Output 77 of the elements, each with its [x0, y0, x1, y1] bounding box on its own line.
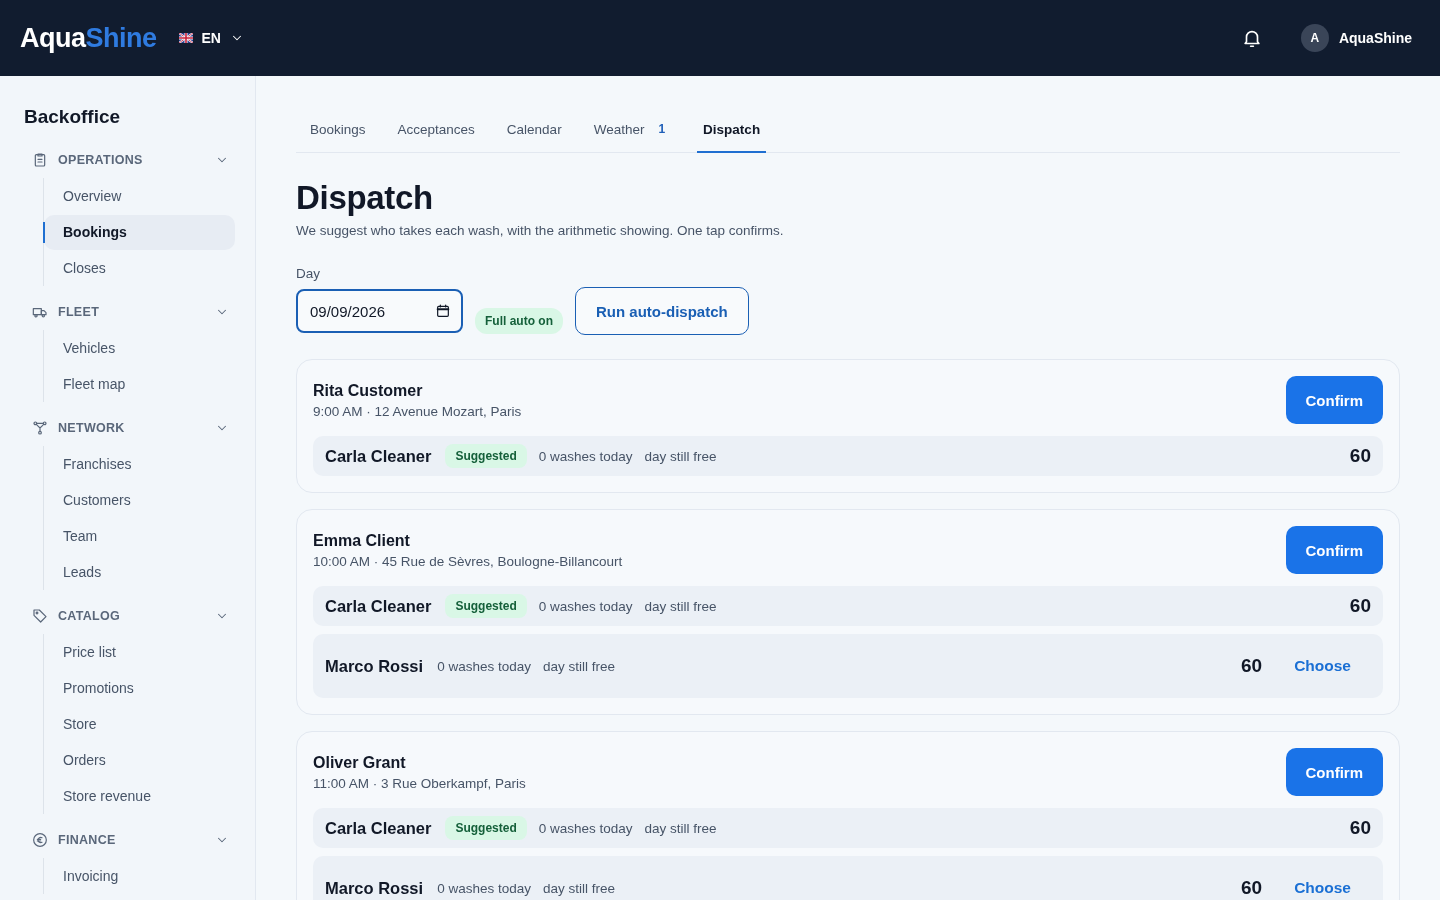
- tab[interactable]: Acceptances: [383, 110, 489, 153]
- cleaner-name: Carla Cleaner: [325, 596, 432, 616]
- score: 60: [1349, 595, 1371, 617]
- cleaner-name: Marco Rossi: [325, 656, 424, 676]
- network-icon: [32, 420, 48, 436]
- suggested-badge: Suggested: [445, 444, 527, 468]
- logo: AquaShine: [20, 22, 157, 54]
- sidebar-item[interactable]: Closes: [44, 251, 235, 286]
- sidebar-item[interactable]: Leads: [44, 555, 235, 590]
- avatar: A: [1300, 24, 1329, 52]
- washes-count: 0 washes today: [538, 448, 633, 464]
- confirm-button[interactable]: Confirm: [1285, 748, 1383, 796]
- confirm-button[interactable]: Confirm: [1285, 376, 1383, 424]
- section-header[interactable]: NETWORK: [24, 418, 235, 438]
- sidebar-item[interactable]: Orders: [44, 743, 235, 778]
- sidebar-item[interactable]: Vehicles: [44, 331, 235, 366]
- availability-text: day still free: [644, 820, 717, 836]
- tab[interactable]: Bookings: [296, 110, 380, 153]
- confirm-button[interactable]: Confirm: [1285, 526, 1383, 574]
- washes-count: 0 washes today: [437, 658, 531, 674]
- sidebar-item[interactable]: Team: [44, 519, 235, 554]
- suggested-badge: Suggested: [445, 594, 527, 618]
- cleaner-name: Carla Cleaner: [325, 818, 432, 838]
- tab[interactable]: Calendar: [492, 110, 576, 153]
- language-selector[interactable]: EN: [178, 30, 244, 46]
- score: 60: [1241, 655, 1263, 677]
- sidebar-item[interactable]: Invoicing: [44, 859, 235, 894]
- section-header[interactable]: FINANCE: [24, 830, 235, 850]
- choose-button[interactable]: Choose: [1294, 657, 1351, 675]
- sidebar-item[interactable]: Price list: [44, 635, 235, 670]
- clipboard-icon: [32, 152, 48, 168]
- booking-details: 9:00 AM · 12 Avenue Mozart, Paris: [313, 403, 522, 419]
- customer-name: Oliver Grant: [313, 753, 407, 772]
- customer-name: Emma Client: [313, 531, 411, 550]
- sidebar-title: Backoffice: [24, 106, 122, 128]
- availability-text: day still free: [644, 448, 717, 464]
- availability-text: day still free: [542, 658, 615, 674]
- tag-icon: [32, 608, 48, 624]
- page-title: Dispatch: [296, 179, 434, 217]
- status-badge: Full auto on: [475, 308, 563, 334]
- flag-icon: [178, 33, 193, 43]
- date-field[interactable]: 09/09/2026: [296, 289, 463, 333]
- customer-name: Rita Customer: [313, 381, 424, 400]
- page-subtitle: We suggest who takes each wash, with the arithmetic showing. One tap confirms.: [296, 223, 785, 238]
- cleaner-name: Carla Cleaner: [325, 446, 432, 466]
- sidebar-item[interactable]: Promotions: [44, 671, 235, 706]
- field-label: Day: [296, 266, 321, 281]
- section-header[interactable]: CATALOG: [24, 606, 235, 626]
- tab[interactable]: Dispatch: [697, 110, 767, 153]
- score: 60: [1349, 445, 1371, 467]
- booking-details: 11:00 AM · 3 Rue Oberkampf, Paris: [313, 775, 526, 791]
- washes-count: 0 washes today: [437, 880, 531, 896]
- availability-text: day still free: [644, 598, 717, 614]
- euro-icon: [32, 832, 48, 848]
- sidebar-item[interactable]: Franchises: [44, 447, 235, 482]
- calendar-icon: [435, 303, 451, 319]
- section-header[interactable]: FLEET: [24, 302, 235, 322]
- booking-details: 10:00 AM · 45 Rue de Sèvres, Boulogne-Billancourt: [313, 553, 623, 569]
- choose-button[interactable]: Choose: [1294, 879, 1351, 897]
- washes-count: 0 washes today: [538, 820, 633, 836]
- section-header[interactable]: OPERATIONS: [24, 150, 235, 170]
- tab[interactable]: Weather 1: [579, 110, 680, 153]
- sidebar-item[interactable]: Store revenue: [44, 779, 235, 814]
- availability-text: day still free: [542, 880, 615, 896]
- sidebar-item[interactable]: Customers: [44, 483, 235, 518]
- score: 60: [1349, 817, 1371, 839]
- suggested-badge: Suggested: [445, 816, 527, 840]
- washes-count: 0 washes today: [538, 598, 633, 614]
- count-label: 1: [658, 122, 666, 136]
- user-menu[interactable]: A AquaShine: [1300, 24, 1412, 52]
- cleaner-name: Marco Rossi: [325, 878, 424, 898]
- run-auto-dispatch-button[interactable]: Run auto-dispatch: [575, 287, 749, 335]
- sidebar-item[interactable]: Store: [44, 707, 235, 742]
- score: 60: [1241, 877, 1263, 899]
- sidebar-item[interactable]: Fleet map: [44, 367, 235, 402]
- sidebar-item[interactable]: Overview: [44, 179, 235, 214]
- sidebar-item[interactable]: Bookings: [44, 215, 235, 250]
